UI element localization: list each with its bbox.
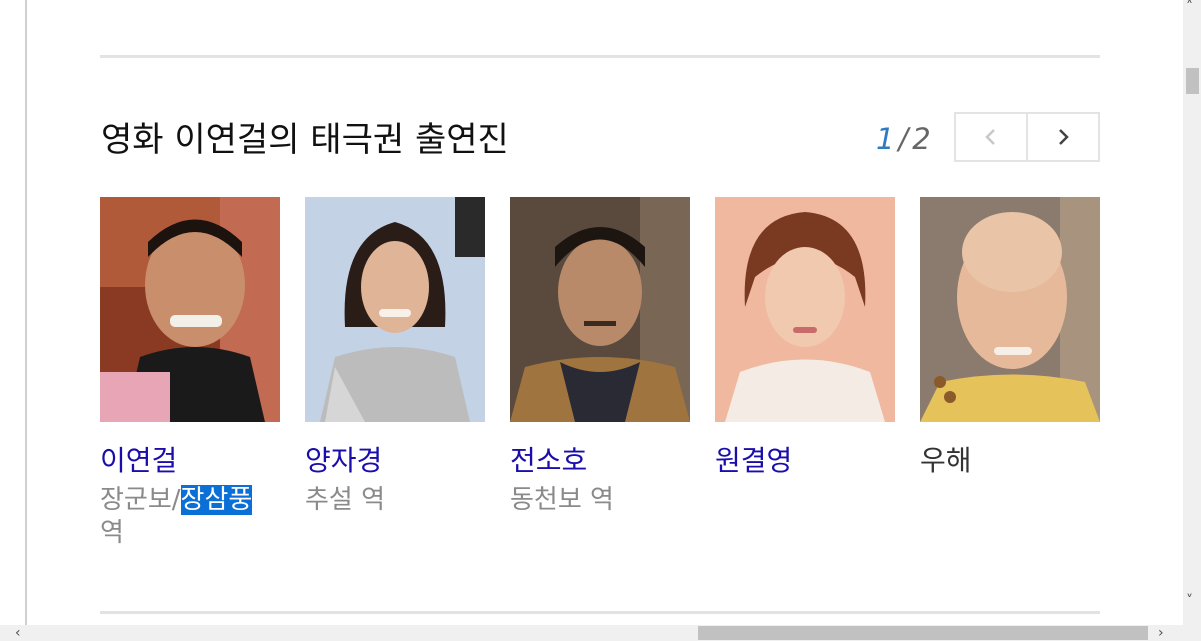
cast-card: 전소호 동천보 역 bbox=[510, 197, 690, 517]
cast-photo[interactable] bbox=[715, 197, 895, 422]
cast-card: 우해 bbox=[920, 197, 1100, 478]
cast-card: 이연걸 장군보/장삼풍역 bbox=[100, 197, 280, 550]
next-page-button[interactable] bbox=[1026, 114, 1098, 160]
vertical-scroll-thumb[interactable] bbox=[1186, 68, 1199, 94]
cast-name[interactable]: 전소호 bbox=[510, 444, 690, 478]
cast-role: 추설 역 bbox=[305, 485, 386, 515]
cast-photo[interactable] bbox=[920, 197, 1100, 422]
chevron-left-icon bbox=[985, 129, 995, 145]
cast-photo[interactable] bbox=[100, 197, 280, 422]
scroll-right-icon[interactable]: › bbox=[1158, 626, 1164, 640]
cast-name[interactable]: 우해 bbox=[920, 444, 1100, 478]
top-divider bbox=[100, 55, 1100, 58]
left-window-edge bbox=[0, 0, 27, 641]
cast-role: 동천보 역 bbox=[510, 485, 614, 515]
cast-photo[interactable] bbox=[510, 197, 690, 422]
cast-name[interactable]: 원결영 bbox=[715, 444, 895, 478]
role-text: 장군보/ bbox=[100, 485, 181, 515]
cast-photo[interactable] bbox=[305, 197, 485, 422]
cast-role: 장군보/장삼풍역 bbox=[100, 484, 280, 550]
prev-page-button[interactable] bbox=[956, 114, 1026, 160]
pagination-controls bbox=[954, 112, 1100, 162]
cast-card: 양자경 추설 역 bbox=[305, 197, 485, 517]
page-separator: / bbox=[898, 122, 909, 156]
chevron-right-icon bbox=[1059, 129, 1069, 145]
scroll-down-icon[interactable]: ˅ bbox=[1186, 594, 1193, 608]
scroll-left-icon[interactable]: ‹ bbox=[15, 626, 21, 640]
total-pages: 2 bbox=[912, 122, 931, 156]
bottom-divider bbox=[100, 611, 1100, 614]
role-text-highlighted: 장삼풍 bbox=[180, 485, 253, 515]
cast-name[interactable]: 양자경 bbox=[305, 444, 485, 478]
vertical-scrollbar[interactable]: ˄ ˅ bbox=[1183, 0, 1201, 625]
section-title: 영화 이연걸의 태극권 출연진 bbox=[101, 120, 509, 160]
page-indicator: 1/2 bbox=[876, 122, 931, 156]
current-page: 1 bbox=[876, 122, 895, 156]
cast-card: 원결영 bbox=[715, 197, 895, 478]
scroll-up-icon[interactable]: ˄ bbox=[1186, 0, 1193, 14]
cast-name[interactable]: 이연걸 bbox=[100, 444, 280, 478]
role-suffix: 역 bbox=[100, 518, 124, 548]
horizontal-scrollbar[interactable]: ‹ › bbox=[0, 625, 1201, 641]
horizontal-scroll-thumb[interactable] bbox=[698, 626, 1148, 640]
